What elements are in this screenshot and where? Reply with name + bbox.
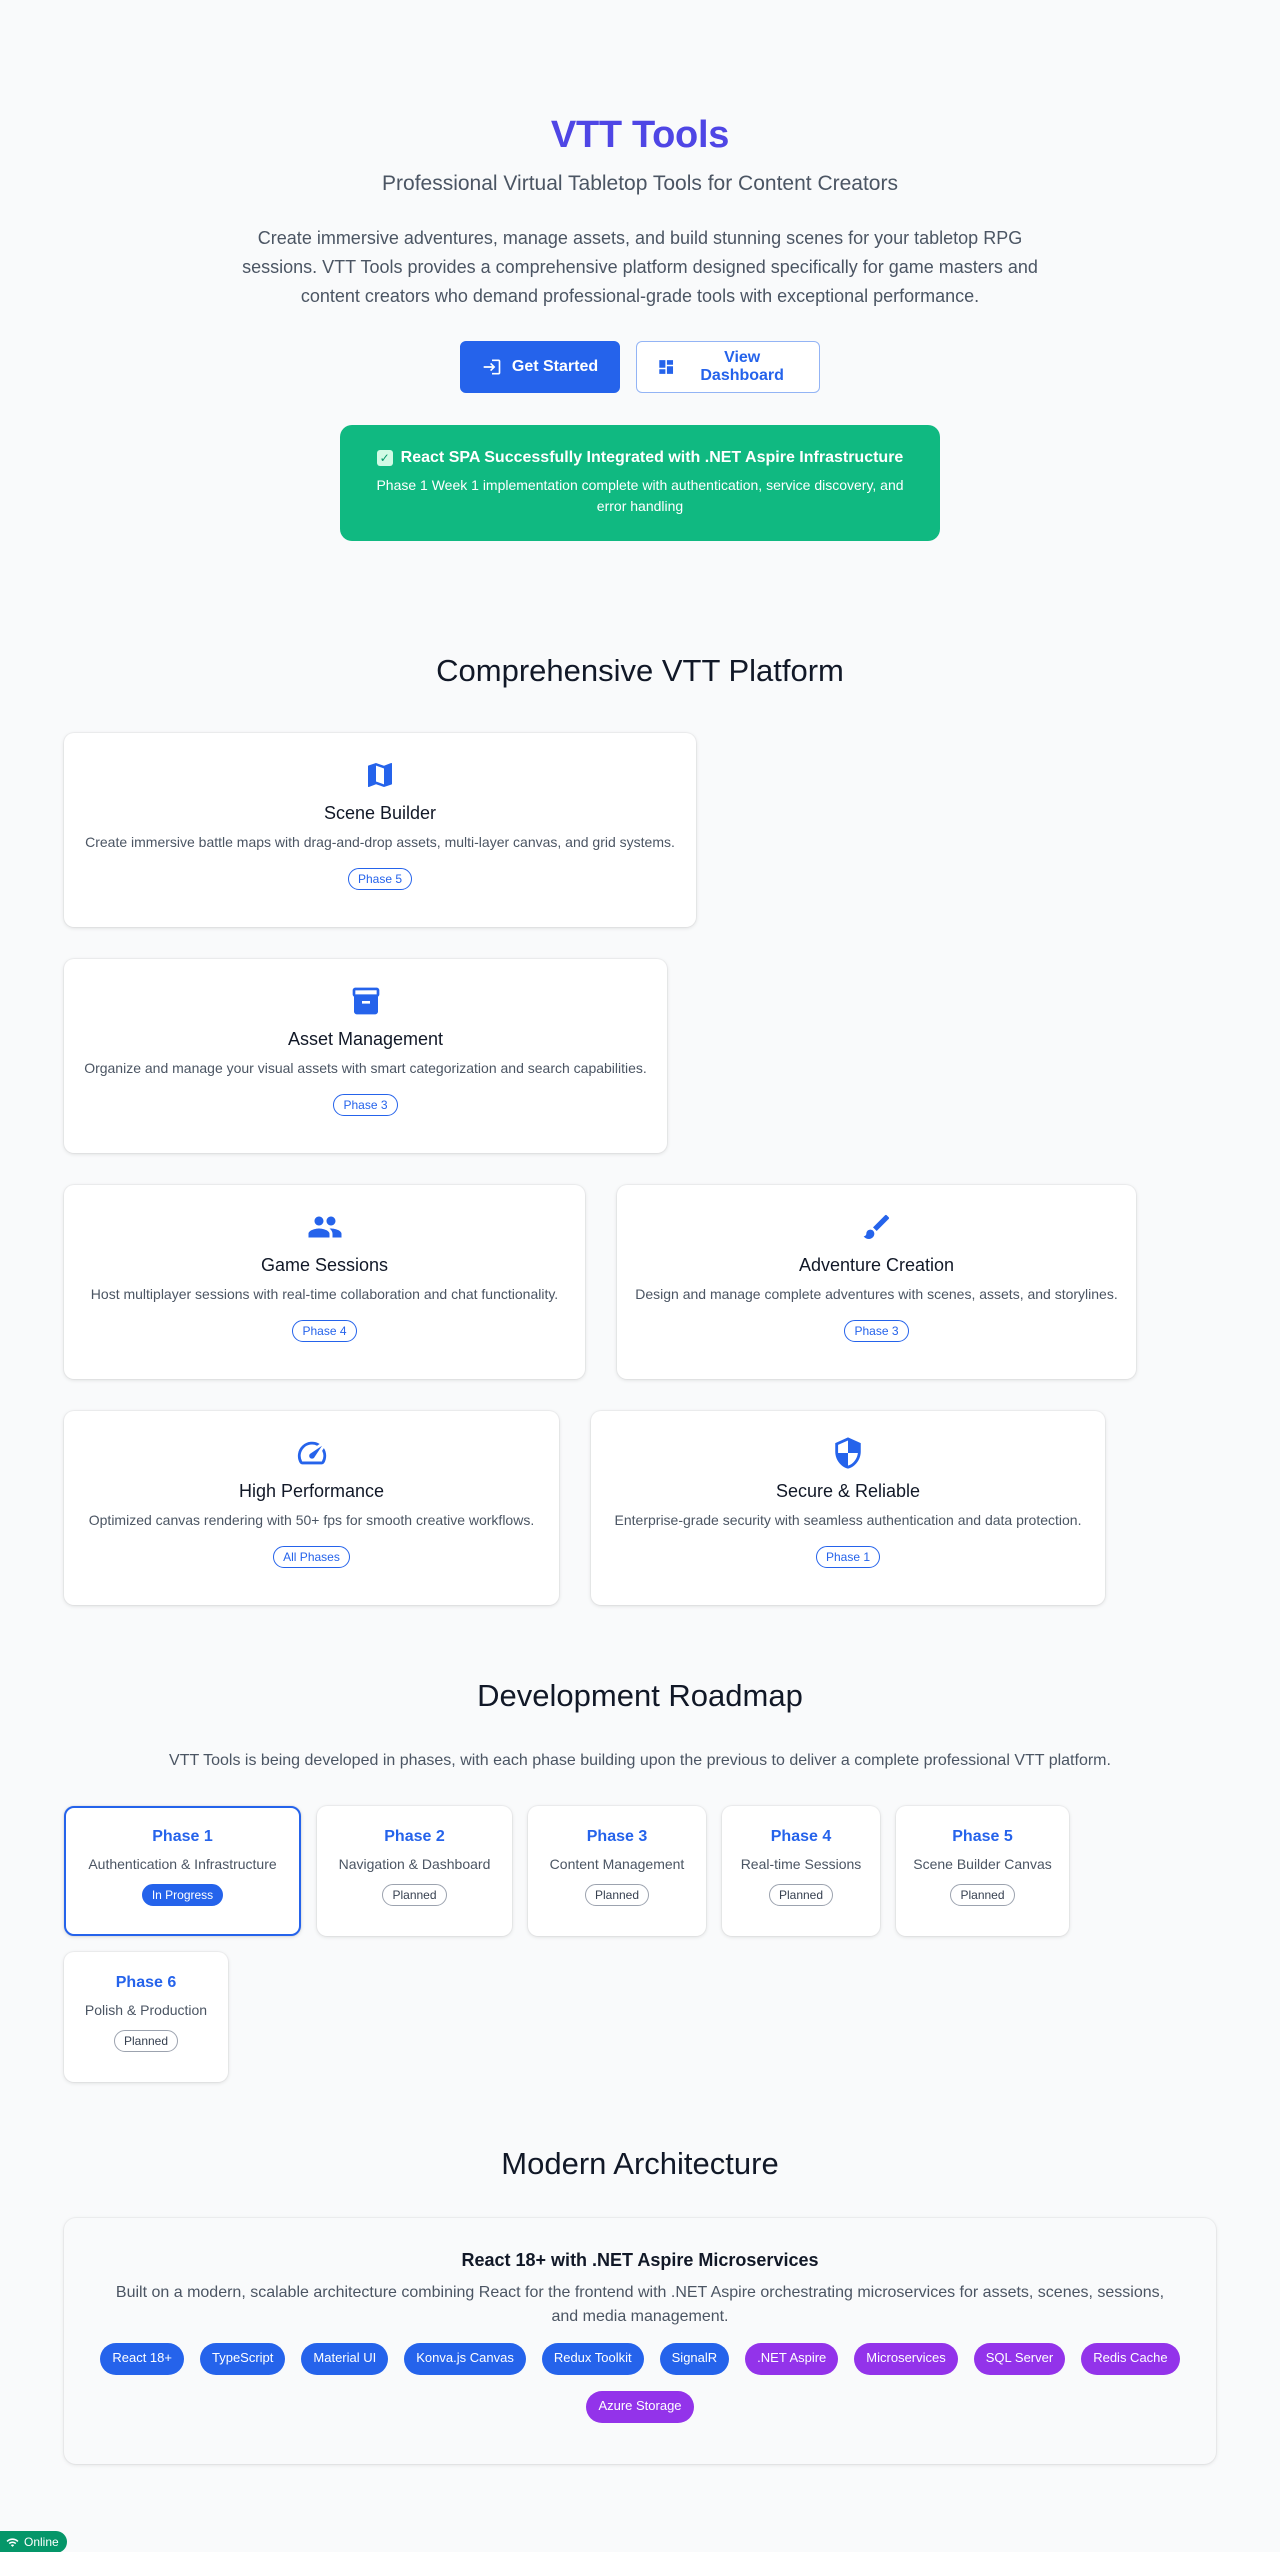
phase-description: Authentication & Infrastructure [88,1856,277,1872]
phase-name: Phase 1 [152,1828,213,1845]
tech-chip: TypeScript [199,2343,286,2375]
tech-chip: Konva.js Canvas [404,2343,526,2375]
feature-description: Design and manage complete adventures wi… [635,1286,1118,1302]
feature-description: Host multiplayer sessions with real-time… [90,1286,559,1302]
phase-chip: Phase 4 [292,1320,357,1342]
phase-card-2: Phase 2 Navigation & Dashboard Planned [317,1806,512,1936]
phase-description: Navigation & Dashboard [338,1856,491,1872]
phase-card-1: Phase 1 Authentication & Infrastructure … [64,1806,301,1936]
tech-chip: .NET Aspire [745,2343,839,2375]
feature-title: High Performance [238,1481,385,1501]
archive-icon [352,987,379,1015]
view-dashboard-label: View Dashboard [700,349,784,384]
hero-subtitle: Professional Virtual Tabletop Tools for … [382,172,898,195]
architecture-card-description: Built on a modern, scalable architecture… [115,2284,1165,2325]
dashboard-icon [659,360,674,374]
shield-icon [835,1437,861,1469]
feature-card-asset-management: Asset Management Organize and manage you… [64,959,667,1153]
tech-chip: SignalR [659,2343,730,2375]
brush-icon [863,1214,889,1239]
phase-description: Polish & Production [84,2002,208,2018]
feature-title: Scene Builder [323,803,437,823]
roadmap-title: Development Roadmap [477,1678,803,1713]
phase-name: Phase 4 [770,1828,832,1845]
hero-section: VTT Tools Professional Virtual Tabletop … [0,0,1280,541]
online-label: Online [24,2535,59,2549]
phase-status: In Progress [141,1884,224,1906]
architecture-card: React 18+ with .NET Aspire Microservices… [64,2218,1216,2464]
get-started-button[interactable]: Get Started [460,341,620,393]
phase-name: Phase 5 [952,1828,1013,1845]
feature-description: Optimized canvas rendering with 50+ fps … [88,1512,535,1528]
phase-status: Planned [950,1884,1015,1906]
wifi-icon [6,2537,19,2547]
phase-chip: Phase 3 [333,1094,398,1116]
roadmap-description: VTT Tools is being developed in phases, … [169,1752,1111,1769]
view-dashboard-button[interactable]: View Dashboard [636,341,820,393]
map-icon [368,763,392,787]
architecture-card-title: React 18+ with .NET Aspire Microservices [461,2250,819,2270]
feature-description: Create immersive battle maps with drag-a… [85,834,675,850]
phase-status: Planned [382,1884,447,1906]
people-icon [308,1216,341,1238]
phase-chip: Phase 3 [844,1320,909,1342]
success-banner: ✓ React SPA Successfully Integrated with … [340,425,940,541]
success-banner-title: React SPA Successfully Integrated with .… [400,449,904,466]
feature-card-secure-reliable: Secure & Reliable Enterprise-grade secur… [591,1411,1105,1605]
login-icon [483,359,501,375]
tech-chip: Redux Toolkit [541,2343,644,2375]
phase-chip: Phase 5 [347,868,413,890]
phase-name: Phase 6 [115,1974,177,1991]
phase-status: Planned [584,1884,650,1906]
phase-status: Planned [113,2030,179,2052]
feature-description: Organize and manage your visual assets w… [84,1060,647,1076]
page-title: VTT Tools [550,114,730,156]
features-title: Comprehensive VTT Platform [436,653,844,688]
tech-chip-list: React 18+ TypeScript Material UI Konva.j… [90,2343,1190,2423]
feature-title: Game Sessions [260,1255,389,1275]
hero-description: Create immersive adventures, manage asse… [242,228,1038,306]
phase-card-6: Phase 6 Polish & Production Planned [64,1952,228,2082]
feature-description: Enterprise-grade security with seamless … [614,1512,1082,1528]
feature-title: Adventure Creation [798,1255,955,1275]
tech-chip: Microservices [854,2343,958,2375]
tech-chip: Redis Cache [1081,2343,1180,2375]
feature-card-game-sessions: Game Sessions Host multiplayer sessions … [64,1185,585,1379]
tech-chip: Material UI [301,2343,389,2375]
phase-description: Scene Builder Canvas [913,1856,1052,1872]
phase-chip: Phase 1 [815,1546,881,1568]
phase-name: Phase 3 [586,1828,648,1845]
phase-card-4: Phase 4 Real-time Sessions Planned [722,1806,880,1936]
get-started-label: Get Started [511,358,599,375]
phase-name: Phase 2 [384,1828,445,1845]
phase-description: Real-time Sessions [740,1856,862,1872]
feature-card-adventure-creation: Adventure Creation Design and manage com… [617,1185,1136,1379]
feature-card-high-performance: High Performance Optimized canvas render… [64,1411,559,1605]
phase-description: Content Management [549,1856,685,1872]
phase-card-3: Phase 3 Content Management Planned [528,1806,706,1936]
feature-title: Secure & Reliable [775,1481,921,1501]
architecture-title: Modern Architecture [501,2146,779,2181]
phase-status: Planned [768,1884,834,1906]
tech-chip: Azure Storage [586,2391,694,2423]
feature-title: Asset Management [287,1029,444,1049]
phase-chip: All Phases [273,1546,350,1568]
tech-chip: SQL Server [973,2343,1066,2375]
online-status-badge: Online [0,2531,67,2552]
speed-icon [297,1441,326,1465]
tech-chip: React 18+ [100,2343,184,2375]
success-banner-subtitle: Phase 1 Week 1 implementation complete w… [376,477,904,514]
feature-card-scene-builder: Scene Builder Create immersive battle ma… [64,733,696,927]
check-icon: ✓ [376,450,393,466]
phase-card-5: Phase 5 Scene Builder Canvas Planned [896,1806,1069,1936]
